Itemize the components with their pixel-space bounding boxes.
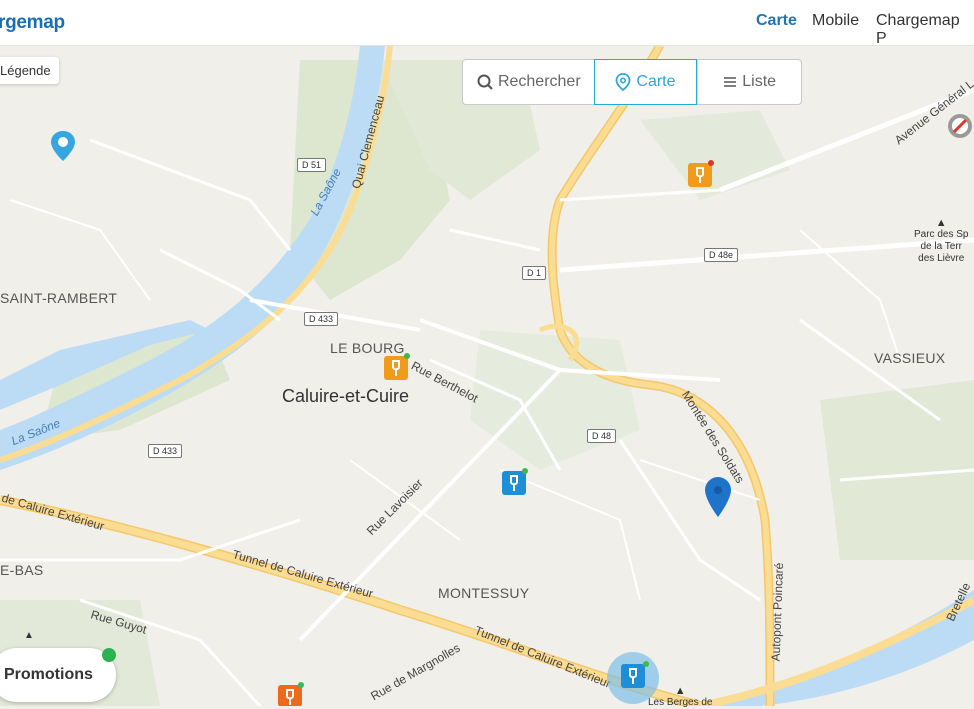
map-pin-icon[interactable] bbox=[50, 130, 76, 162]
map-canvas[interactable]: D 51 D 1 D 48e D 433 D 433 D 48 SAINT-RA… bbox=[0, 45, 974, 708]
chargemap-logo[interactable]: rgemap bbox=[0, 12, 65, 34]
park-icon: ▲ bbox=[935, 217, 947, 229]
map-pin-icon[interactable] bbox=[704, 476, 732, 518]
search-icon bbox=[477, 74, 493, 90]
road-badge-d1: D 1 bbox=[522, 266, 547, 280]
district-label: E-BAS bbox=[0, 562, 44, 578]
road-badge-d433: D 433 bbox=[148, 444, 183, 458]
charging-station-icon[interactable] bbox=[686, 158, 716, 190]
list-icon bbox=[724, 77, 737, 87]
district-label: MONTESSUY bbox=[438, 585, 530, 601]
search-button[interactable]: Rechercher bbox=[463, 60, 594, 104]
nav-mobile[interactable]: Mobile bbox=[812, 12, 859, 30]
park-icon: ▲ bbox=[24, 630, 34, 641]
nav-carte[interactable]: Carte bbox=[756, 12, 797, 30]
district-label: VASSIEUX bbox=[874, 350, 946, 366]
nav-chargemap-pass[interactable]: Chargemap P bbox=[876, 12, 974, 48]
road-badge-d48e: D 48e bbox=[704, 248, 739, 262]
no-entry-icon[interactable] bbox=[946, 112, 974, 142]
road-badge-d433: D 433 bbox=[304, 312, 339, 326]
map-pin-icon bbox=[615, 73, 631, 91]
legend-button[interactable]: Légende bbox=[0, 57, 59, 84]
map-view-tab[interactable]: Carte bbox=[593, 59, 698, 105]
list-view-tab[interactable]: Liste bbox=[697, 60, 801, 104]
notification-dot bbox=[102, 648, 116, 662]
road-badge-d51: D 51 bbox=[297, 158, 327, 172]
charging-station-icon[interactable] bbox=[606, 651, 660, 705]
promotions-button[interactable]: Promotions bbox=[0, 648, 116, 702]
charging-station-icon[interactable] bbox=[500, 466, 530, 500]
poi-label: ▲ Parc des Sp de la Terr des Lièvre bbox=[914, 217, 969, 264]
town-label: Caluire-et-Cuire bbox=[282, 386, 410, 406]
charging-station-icon[interactable] bbox=[382, 351, 412, 385]
view-switcher: Rechercher Carte Liste bbox=[462, 59, 802, 105]
map-base-layer bbox=[0, 45, 974, 706]
district-label: SAINT-RAMBERT bbox=[0, 290, 118, 306]
charging-station-icon[interactable] bbox=[276, 680, 306, 706]
top-navigation-bar: rgemap Carte Mobile Chargemap P bbox=[0, 0, 974, 48]
road-badge-d48: D 48 bbox=[587, 429, 617, 443]
